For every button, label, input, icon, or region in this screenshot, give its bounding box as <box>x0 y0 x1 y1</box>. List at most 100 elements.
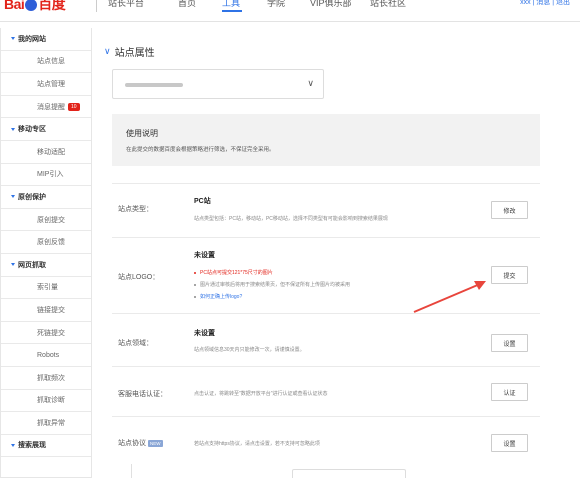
site-protocol-label-text: 站点协议 <box>118 440 146 447</box>
user-links[interactable]: xxx | 消息 | 退出 <box>520 0 570 7</box>
phone-verify-desc: 点击认证，将跳转至"数据开放平台"进行认证或查看认证状态 <box>194 391 328 397</box>
nav-item-home[interactable]: 首页 <box>178 0 196 9</box>
sidebar-group[interactable]: 搜索展现 <box>1 435 91 458</box>
site-logo-status: 未设置 <box>194 252 215 259</box>
unread-badge: 10 <box>68 102 80 111</box>
sidebar-label: 原创提交 <box>37 216 65 224</box>
site-protocol-label: 站点协议 NEW <box>118 438 163 448</box>
usage-notice: 使用说明 在此提交的数据百度会根据策略进行筛选，不保证完全采用。 <box>112 114 540 166</box>
sidebar-item[interactable]: 站点信息 <box>1 51 91 74</box>
caret-down-icon <box>11 195 15 199</box>
sidebar-label: 消息提醒 <box>37 103 65 111</box>
page-header: ∨ 站点属性 <box>104 44 155 59</box>
nav-active-indicator <box>222 10 242 12</box>
new-badge: NEW <box>148 440 163 447</box>
phone-verify-label: 客服电话认证： <box>118 391 167 398</box>
sidebar-item[interactable]: 抓取诊断 <box>1 390 91 413</box>
site-domain-status: 未设置 <box>194 330 215 337</box>
sidebar-item[interactable]: 移动适配 <box>1 141 91 164</box>
logo-divider <box>96 0 97 12</box>
top-nav: Bai 百度 站长平台 首页 工具 学院 VIP俱乐部 站长社区 xxx | 消息… <box>0 0 580 22</box>
paw-icon <box>25 0 38 12</box>
sidebar-item[interactable]: 原创提交 <box>1 209 91 232</box>
logo-review-hint: 图片通过审核后将用于搜索结果页，但不保证所有上传图片均被采用 <box>194 281 350 288</box>
site-domain-label: 站点领域： <box>118 340 153 347</box>
logo-size-hint: PC站点可提交121*75尺寸的图片 <box>194 269 273 276</box>
sidebar-label: 原创保护 <box>18 193 46 201</box>
caret-down-icon <box>11 37 15 41</box>
sidebar-label: 索引量 <box>37 284 58 292</box>
caret-down-icon <box>11 443 15 447</box>
set-protocol-button[interactable]: 设置 <box>491 434 528 452</box>
set-domain-button[interactable]: 设置 <box>491 334 528 352</box>
usage-title: 使用说明 <box>126 129 158 138</box>
caret-down-icon <box>11 263 15 267</box>
sidebar-label: 抓取异常 <box>37 419 65 427</box>
messages-link[interactable]: 消息 <box>536 0 550 6</box>
site-logo-label: 站点LOGO： <box>118 274 160 281</box>
bottom-box <box>292 469 406 478</box>
sidebar-item[interactable]: 索引量 <box>1 277 91 300</box>
row-divider <box>112 237 540 238</box>
site-protocol-desc: 若站点支持https协议，请点击设置，若不支持可忽略此项 <box>194 441 320 447</box>
submit-logo-button[interactable]: 提交 <box>491 266 528 284</box>
user-name[interactable]: xxx <box>520 0 531 6</box>
row-divider <box>112 416 540 417</box>
bottom-divider <box>131 464 132 478</box>
logo-help-link[interactable]: 如何正确上传logo? <box>194 293 242 300</box>
site-select-value <box>125 83 183 87</box>
logout-link[interactable]: 退出 <box>556 0 570 6</box>
sidebar-item[interactable]: MIP引入 <box>1 164 91 187</box>
nav-item-tools[interactable]: 工具 <box>222 0 240 9</box>
sidebar-label: 搜索展现 <box>18 442 46 450</box>
row-divider <box>112 183 540 184</box>
site-type-value: PC站 <box>194 198 211 205</box>
sidebar-group[interactable]: 原创保护 <box>1 186 91 209</box>
caret-down-icon <box>11 127 15 131</box>
sidebar-label: 原创反馈 <box>37 239 65 247</box>
sidebar-label: Robots <box>37 351 60 359</box>
sidebar-label: 移动适配 <box>37 148 65 156</box>
sidebar-label: 抓取诊断 <box>37 397 65 405</box>
sidebar-label: MIP引入 <box>37 171 64 179</box>
sidebar-label: 死链提交 <box>37 329 65 337</box>
row-divider <box>112 366 540 367</box>
sidebar-label: 网页抓取 <box>18 261 46 269</box>
sidebar-item[interactable]: 抓取异常 <box>1 412 91 435</box>
sidebar-item[interactable]: 消息提醒 10 <box>1 96 91 119</box>
nav-item-community[interactable]: 站长社区 <box>370 0 406 9</box>
sidebar: 我的网站站点信息站点管理消息提醒 10 移动专区移动适配 MIP引入原创保护原创提交原… <box>0 28 92 478</box>
site-type-desc: 站点类型包括：PC站，移动站，PC移动站，选择不同类型有可能会影响到搜索结果展现 <box>194 216 388 222</box>
sidebar-label: 我的网站 <box>18 35 46 43</box>
sidebar-item[interactable]: 原创反馈 <box>1 231 91 254</box>
sidebar-label: 抓取频次 <box>37 374 65 382</box>
verify-phone-button[interactable]: 认证 <box>491 383 528 401</box>
sidebar-label: 链接提交 <box>37 306 65 314</box>
chevron-down-icon: ∨ <box>104 45 111 56</box>
sidebar-label: 站点信息 <box>37 58 65 66</box>
row-divider <box>112 313 540 314</box>
sidebar-label: 移动专区 <box>18 126 46 134</box>
sidebar-item[interactable]: 站点管理 <box>1 73 91 96</box>
red-arrow-annotation <box>413 281 486 313</box>
sidebar-item[interactable]: 死链提交 <box>1 322 91 345</box>
sidebar-item[interactable]: Robots <box>1 344 91 367</box>
nav-item-webmaster[interactable]: 站长平台 <box>108 0 144 9</box>
sidebar-group[interactable]: 移动专区 <box>1 118 91 141</box>
nav-item-academy[interactable]: 学院 <box>267 0 285 9</box>
site-select[interactable]: ∨ <box>112 69 324 99</box>
sidebar-group[interactable]: 我的网站 <box>1 28 91 51</box>
page-title: 站点属性 <box>114 47 155 59</box>
modify-site-type-button[interactable]: 修改 <box>491 201 528 219</box>
baidu-logo[interactable]: Bai 百度 <box>4 0 66 14</box>
logo-text-right: 百度 <box>38 0 66 12</box>
chevron-down-icon: ∨ <box>307 78 314 88</box>
sidebar-group[interactable]: 网页抓取 <box>1 254 91 277</box>
logo-text-left: Bai <box>4 0 25 12</box>
site-domain-desc: 站点领域信息30天内只能修改一次，请谨慎设置。 <box>194 347 305 353</box>
sidebar-label: 站点管理 <box>37 80 65 88</box>
sidebar-item[interactable]: 抓取频次 <box>1 367 91 390</box>
nav-item-vip[interactable]: VIP俱乐部 <box>310 0 352 9</box>
usage-text: 在此提交的数据百度会根据策略进行筛选，不保证完全采用。 <box>126 147 275 153</box>
sidebar-item[interactable]: 链接提交 <box>1 299 91 322</box>
